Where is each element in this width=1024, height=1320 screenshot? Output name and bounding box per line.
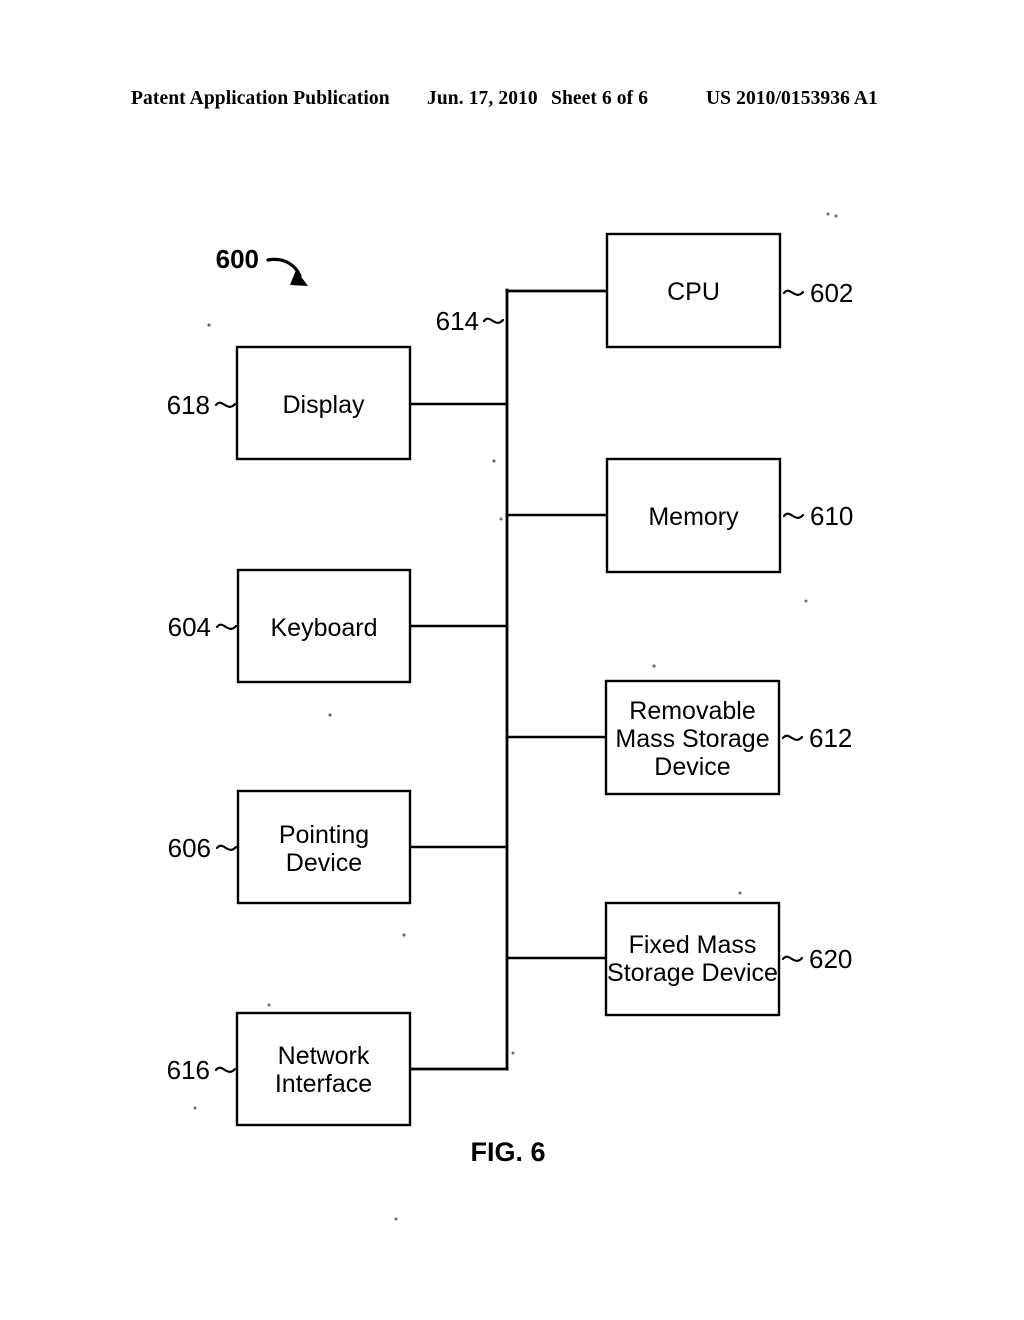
removable-storage-ref-number: 612 (809, 723, 852, 753)
pointing-device-label-line2: Device (286, 849, 362, 877)
keyboard-label: Keyboard (270, 614, 377, 642)
removable-storage-leader (781, 734, 804, 741)
pointing-device-ref-number: 606 (168, 833, 211, 863)
removable-storage-label-line3: Device (654, 753, 730, 781)
fixed-storage-label-line2: Storage Device (607, 959, 778, 987)
fixed-storage-leader (781, 955, 804, 962)
block-keyboard[interactable]: Keyboard 604 (168, 568, 412, 684)
figure-6-block-diagram: 600 614 CPU 602 Memory 610 Removable Mas… (0, 0, 1024, 1320)
bus-ref-number: 614 (436, 306, 479, 336)
keyboard-ref-number: 604 (168, 612, 211, 642)
cpu-ref-number: 602 (810, 278, 853, 308)
block-pointing-device[interactable]: Pointing Device 606 (168, 789, 412, 905)
memory-ref-number: 610 (810, 501, 853, 531)
display-label: Display (283, 391, 365, 419)
block-network-interface[interactable]: Network Interface 616 (167, 1011, 412, 1127)
fixed-storage-label-line1: Fixed Mass (629, 931, 757, 959)
block-removable-mass-storage-device[interactable]: Removable Mass Storage Device 612 (604, 679, 852, 796)
cpu-label: CPU (667, 278, 720, 306)
removable-storage-label-line2: Mass Storage (615, 725, 769, 753)
system-ref-number: 600 (216, 244, 259, 274)
network-interface-label-line2: Interface (275, 1070, 372, 1098)
network-interface-label-line1: Network (278, 1042, 370, 1070)
block-cpu[interactable]: CPU 602 (605, 232, 853, 349)
block-memory[interactable]: Memory 610 (605, 457, 853, 574)
network-interface-leader (214, 1066, 237, 1073)
block-display[interactable]: Display 618 (167, 345, 412, 461)
network-interface-ref-number: 616 (167, 1055, 210, 1085)
pointing-device-leader (215, 844, 238, 851)
system-bus-614: 614 (408, 288, 609, 1071)
block-fixed-mass-storage-device[interactable]: Fixed Mass Storage Device 620 (604, 901, 852, 1017)
removable-storage-label-line1: Removable (629, 697, 755, 725)
keyboard-leader (215, 623, 238, 630)
system-reference-600: 600 (216, 244, 308, 286)
fixed-storage-ref-number: 620 (809, 944, 852, 974)
display-ref-number: 618 (167, 390, 210, 420)
figure-caption: FIG. 6 (470, 1137, 545, 1167)
connector-lines (408, 402, 609, 960)
memory-label: Memory (648, 503, 739, 531)
memory-leader (782, 512, 805, 519)
cpu-leader (782, 289, 805, 296)
block-diagram-canvas: 600 614 CPU 602 Memory 610 Removable Mas… (167, 212, 853, 1221)
display-leader (214, 401, 237, 408)
pointing-device-label-line1: Pointing (279, 821, 369, 849)
